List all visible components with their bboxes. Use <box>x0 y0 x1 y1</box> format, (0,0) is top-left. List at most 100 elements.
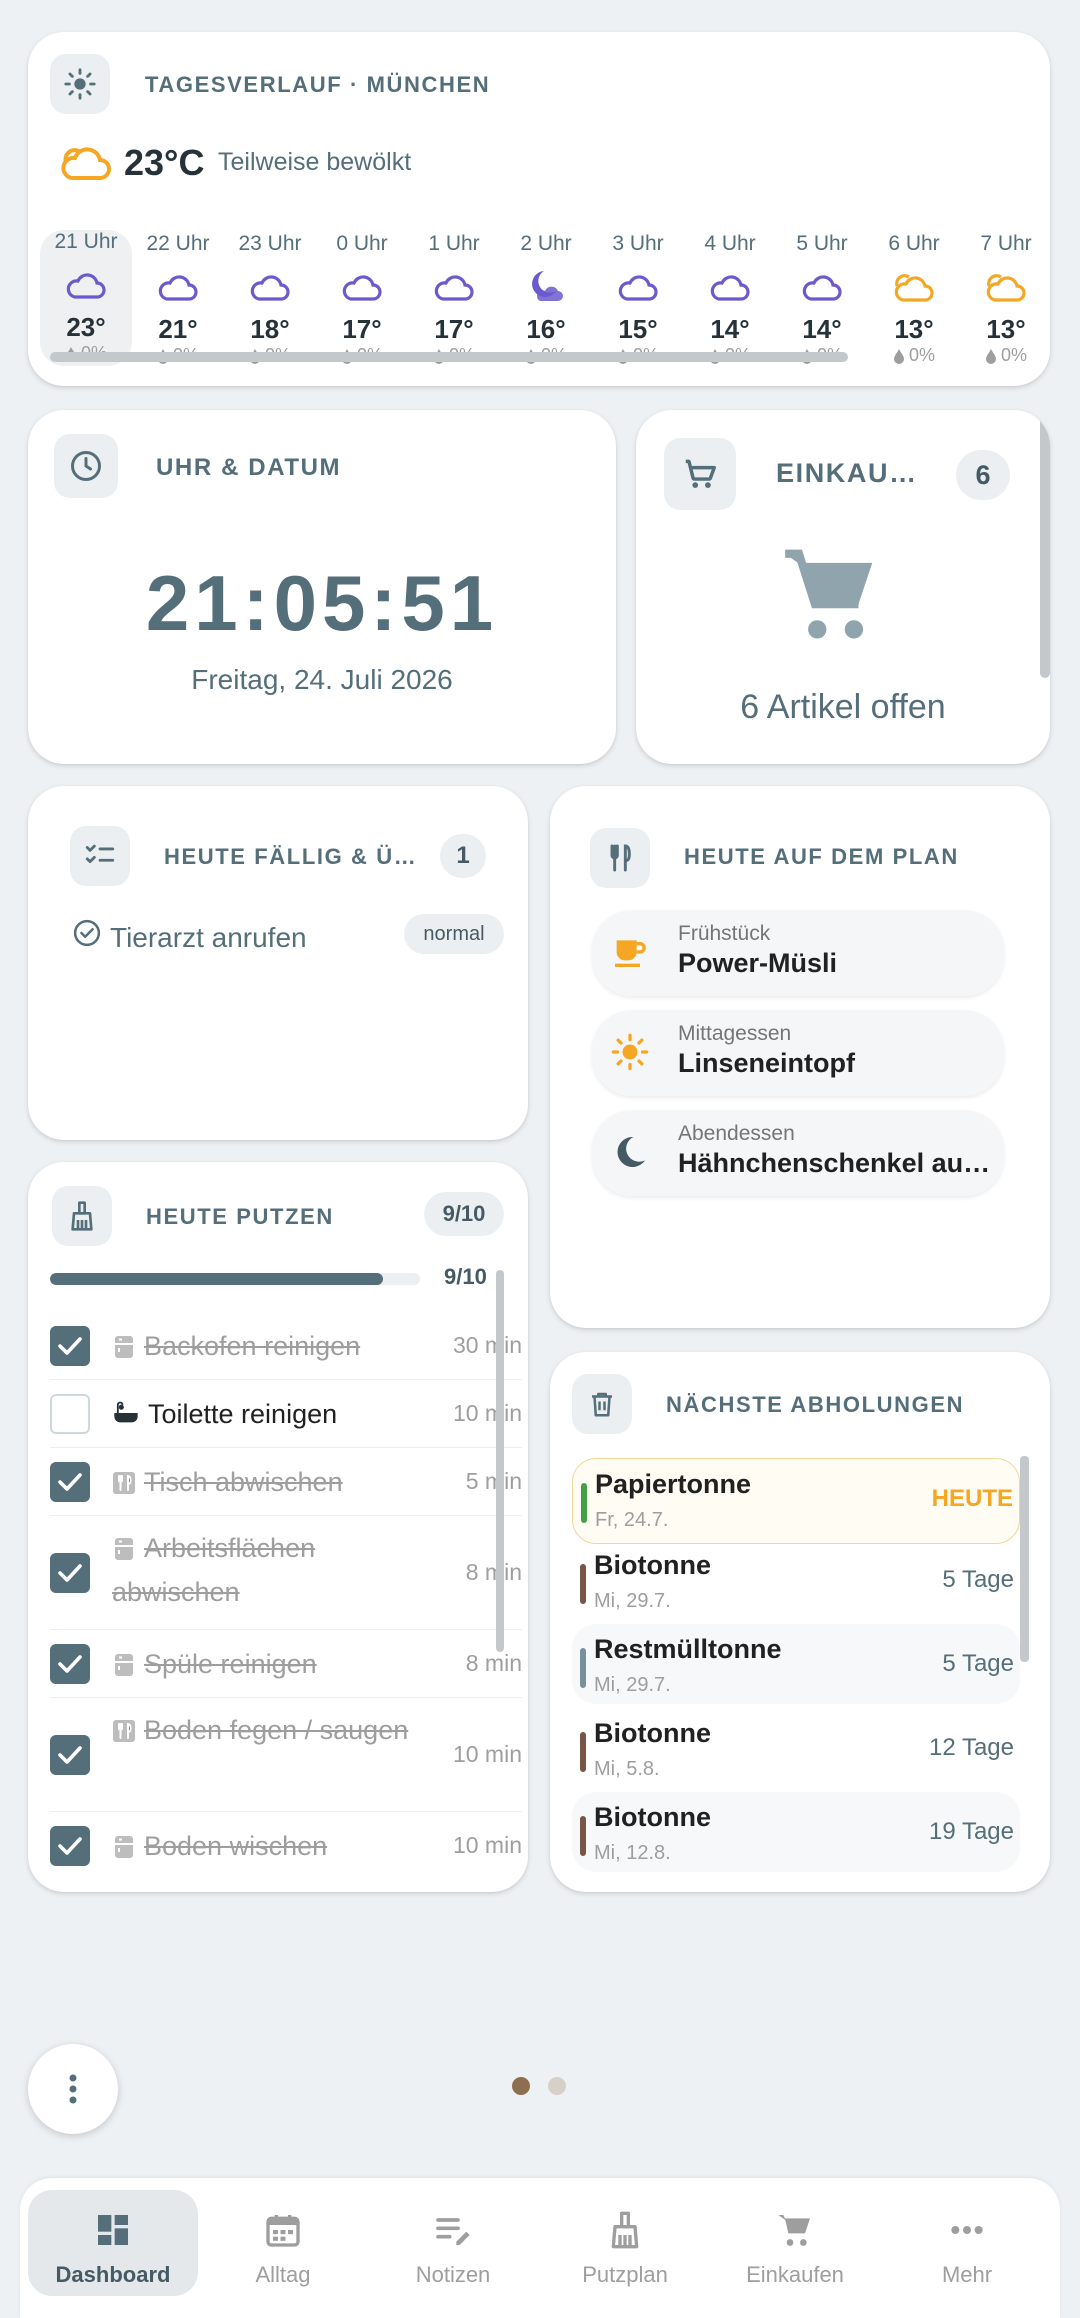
task-name: Toilette reinigen <box>112 1392 412 1436</box>
hour-temp: 15° <box>618 314 658 344</box>
vertical-scrollbar[interactable] <box>1020 1456 1029 1662</box>
cloud-icon <box>224 260 316 314</box>
meal-breakfast[interactable]: Frühstück Power-Müsli <box>592 910 1004 996</box>
shopping-card[interactable]: Einkau… 6 6 Artikel offen <box>636 410 1050 764</box>
hour-item[interactable]: 3 Uhr15°0% <box>592 232 684 366</box>
nav-putzplan[interactable]: Putzplan <box>540 2190 710 2302</box>
waste-date: Mi, 29.7. <box>594 1590 671 1612</box>
kitchen-icon <box>112 1537 136 1561</box>
hour-temp: 14° <box>802 314 842 344</box>
hour-item[interactable]: 2 Uhr16°0% <box>500 232 592 366</box>
nav-dashboard[interactable]: Dashboard <box>28 2190 198 2302</box>
task-row[interactable]: Boden wischen 10 min <box>50 1812 522 1880</box>
nav-label: Notizen <box>415 2262 491 2287</box>
waste-due: 19 Tage <box>929 1818 1014 1845</box>
kitchen-icon <box>112 1335 136 1359</box>
waste-list[interactable]: Papiertonne Fr, 24.7. HEUTE Biotonne Mi, 29.… <box>550 1352 1050 1892</box>
checklist-icon <box>70 826 130 886</box>
nav-mehr[interactable]: Mehr <box>882 2190 1052 2302</box>
hour-item[interactable]: 6 Uhr 13° 0% <box>868 232 960 366</box>
notes-icon <box>436 2218 470 2245</box>
task-row[interactable]: Arbeitsflächen abwischen 8 min <box>50 1516 522 1630</box>
page-dot[interactable] <box>548 2077 566 2095</box>
hour-time: 7 Uhr <box>980 232 1032 255</box>
task-checkbox[interactable] <box>50 1326 90 1366</box>
hour-time: 23 Uhr <box>238 232 302 255</box>
sun-cloud-icon <box>868 260 960 314</box>
more-icon <box>951 2226 983 2234</box>
waste-due: HEUTE <box>931 1485 1013 1512</box>
meal-label: Frühstück <box>678 922 771 945</box>
nav-einkaufen[interactable]: Einkaufen <box>710 2190 880 2302</box>
task-name: Boden fegen / saugen <box>112 1708 412 1752</box>
task-name: Spüle reinigen <box>112 1642 412 1686</box>
task-row[interactable]: Boden fegen / saugen 10 min <box>50 1698 522 1812</box>
waste-color-bar <box>580 1732 586 1772</box>
waste-pickup-row[interactable]: Papiertonne Fr, 24.7. HEUTE <box>572 1458 1020 1544</box>
due-item[interactable]: Tierarzt anrufen normal <box>72 914 504 962</box>
calendar-icon <box>266 2215 300 2247</box>
hour-item[interactable]: 22 Uhr21°0% <box>132 232 224 366</box>
nav-label: Einkaufen <box>746 2262 844 2287</box>
hour-item[interactable]: 4 Uhr14°0% <box>684 232 776 366</box>
meal-lunch[interactable]: Mittagessen Linseneintopf <box>592 1010 1004 1096</box>
task-checkbox[interactable] <box>50 1462 90 1502</box>
hour-item[interactable]: 0 Uhr17°0% <box>316 232 408 366</box>
due-title: Heute fällig & Ü… <box>164 844 418 869</box>
hourly-forecast[interactable]: 21 Uhr23°0%22 Uhr21°0%23 Uhr18°0%0 Uhr17… <box>28 32 1050 386</box>
task-checkbox[interactable] <box>50 1394 90 1434</box>
waste-pickup-row[interactable]: Restmülltonne Mi, 29.7. 5 Tage <box>572 1624 1020 1704</box>
task-list[interactable]: Backofen reinigen 30 min Toilette reinigen… <box>28 1162 528 1892</box>
vertical-dots-icon <box>69 2074 77 2104</box>
waste-color-bar <box>580 1816 586 1856</box>
task-row[interactable]: Backofen reinigen 30 min <box>50 1312 522 1380</box>
kitchen-icon <box>112 1835 136 1859</box>
hour-item[interactable]: 7 Uhr 13° 0% <box>960 232 1050 366</box>
waste-color-bar <box>580 1564 586 1604</box>
nav-label: Alltag <box>255 2262 311 2287</box>
waste-date: Mi, 5.8. <box>594 1758 660 1780</box>
hour-time: 1 Uhr <box>428 232 480 255</box>
shopping-cart-large-icon <box>776 540 886 650</box>
task-checkbox[interactable] <box>50 1826 90 1866</box>
cart-icon <box>778 2215 810 2246</box>
task-row[interactable]: Toilette reinigen 10 min <box>50 1380 522 1448</box>
task-duration: 10 min <box>452 1832 522 1858</box>
vertical-scrollbar[interactable] <box>1040 416 1050 678</box>
nav-notizen[interactable]: Notizen <box>368 2190 538 2302</box>
more-options-button[interactable] <box>28 2044 118 2134</box>
nav-alltag[interactable]: Alltag <box>198 2190 368 2302</box>
vertical-scrollbar[interactable] <box>496 1270 504 1652</box>
shopping-summary: 6 Artikel offen <box>740 688 946 726</box>
meal-label: Mittagessen <box>678 1022 792 1045</box>
task-duration: 30 min <box>452 1332 522 1358</box>
task-checkbox[interactable] <box>50 1644 90 1684</box>
meal-dinner[interactable]: Abendessen Hähnchenschenkel aus dem Ofen <box>592 1110 1004 1196</box>
waste-name: Papiertonne <box>595 1469 752 1499</box>
hour-precip: 0% <box>868 345 960 366</box>
hour-item[interactable]: 1 Uhr17°0% <box>408 232 500 366</box>
hour-item[interactable]: 21 Uhr23°0% <box>40 230 132 366</box>
task-row[interactable]: Spüle reinigen 8 min <box>50 1630 522 1698</box>
hour-time: 3 Uhr <box>612 232 664 255</box>
meal-label: Abendessen <box>678 1122 795 1145</box>
broom-icon <box>611 2211 639 2249</box>
hour-item[interactable]: 23 Uhr18°0% <box>224 232 316 366</box>
waste-pickup-row[interactable]: Biotonne Mi, 29.7. 5 Tage <box>572 1540 1020 1620</box>
hour-item[interactable]: 5 Uhr14°0% <box>776 232 868 366</box>
task-row[interactable]: Tisch abwischen 5 min <box>50 1448 522 1516</box>
page-indicator[interactable] <box>510 2076 570 2096</box>
hour-temp: 17° <box>342 314 382 344</box>
horizontal-scrollbar[interactable] <box>50 352 848 362</box>
waste-pickup-row[interactable]: Biotonne Mi, 5.8. 12 Tage <box>572 1708 1020 1788</box>
task-checkbox[interactable] <box>50 1735 90 1775</box>
waste-pickup-row[interactable]: Biotonne Mi, 12.8. 19 Tage <box>572 1792 1020 1872</box>
waste-color-bar <box>581 1483 587 1523</box>
hour-temp: 16° <box>526 314 566 344</box>
hour-time: 2 Uhr <box>520 232 572 255</box>
waste-due: 5 Tage <box>942 1650 1014 1677</box>
waste-name: Biotonne <box>594 1550 711 1580</box>
task-checkbox[interactable] <box>50 1553 90 1593</box>
page-dot-active[interactable] <box>512 2077 530 2095</box>
hour-temp: 13° <box>894 314 934 344</box>
